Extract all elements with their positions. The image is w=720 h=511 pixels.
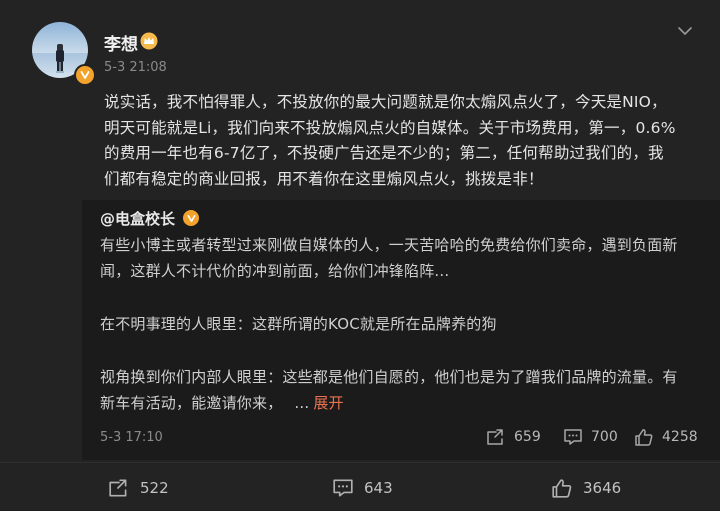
repost-comment-button[interactable]: 700 — [563, 428, 618, 446]
verified-icon — [74, 64, 96, 86]
comment-count: 643 — [364, 479, 393, 497]
comment-count: 700 — [591, 429, 618, 445]
repost-text-line: 新车有活动，能邀请你来，... 展开 — [100, 390, 690, 416]
post-text-line: 的费用一年也有6-7亿了，不投硬广告还是不少的；第二，任何帮助过我们的，我 — [104, 144, 664, 162]
repost-icon — [487, 429, 503, 445]
repost-text-line-end: 新车有活动，能邀请你来， — [100, 394, 283, 412]
like-icon — [635, 429, 653, 446]
post-text-line: 说实话，我不怕得罪人，不投放你的最大问题就是你太煽风点火了，今天是NIO， — [104, 93, 667, 111]
post-timestamp[interactable]: 5-3 21:08 — [104, 60, 167, 75]
repost-text-line: 闻，这群人不计代价的冲到前面，给你们冲锋陷阵... — [100, 262, 450, 280]
repost-text-line: 视角换到你们内部人眼里：这些都是他们自愿的，他们也是为了蹭我们品牌的流量。有 — [100, 368, 678, 386]
crown-icon[interactable] — [140, 32, 158, 50]
expand-link[interactable]: 展开 — [313, 394, 343, 412]
post-body: 说实话，我不怕得罪人，不投放你的最大问题就是你太煽风点火了，今天是NIO， 明天… — [104, 90, 689, 192]
repost-paragraph-2: 在不明事理的人眼里：这群所谓的KOC就是所在品牌养的狗 — [100, 315, 497, 333]
repost-paragraph-1: 有些小博主或者转型过来刚做自媒体的人，一天苦哈哈的免费给你们卖命，遇到负面新 闻… — [100, 232, 690, 284]
comment-icon — [564, 429, 582, 445]
repost-timestamp[interactable]: 5-3 17:10 — [100, 430, 163, 445]
repost-button[interactable]: 522 — [108, 478, 169, 498]
like-icon — [552, 479, 572, 498]
chevron-down-icon[interactable] — [676, 22, 694, 40]
repost-paragraph-3: 视角换到你们内部人眼里：这些都是他们自愿的，他们也是为了蹭我们品牌的流量。有 新… — [100, 364, 690, 416]
repost-icon — [109, 479, 127, 497]
weibo-post-card: 李想 5-3 21:08 说实话，我不怕得罪人，不投放你的最大问题就是你太煽风点… — [0, 0, 720, 510]
like-button[interactable]: 3646 — [551, 478, 621, 498]
like-count: 3646 — [583, 479, 622, 497]
repost-count: 659 — [514, 429, 541, 445]
post-text-line: 们都有稳定的商业回报，用不着你在这里煽风点火，挑拨是非！ — [104, 169, 544, 188]
comment-icon — [333, 479, 353, 497]
post-text-line: 明天可能就是Li，我们向来不投放煽风点火的自媒体。关于市场费用，第一，0.6% — [104, 118, 676, 137]
verified-icon — [183, 210, 199, 226]
comment-button[interactable]: 643 — [332, 478, 393, 498]
repost-author[interactable]: @电盒校长 — [100, 208, 175, 229]
repost-repost-button[interactable]: 659 — [486, 428, 541, 446]
ellipsis: ... — [294, 394, 310, 412]
repost-count: 522 — [140, 479, 169, 497]
repost-text-line: 有些小博主或者转型过来刚做自媒体的人，一天苦哈哈的免费给你们卖命，遇到负面新 — [100, 236, 678, 254]
author-name[interactable]: 李想 — [104, 30, 138, 55]
repost-like-button[interactable]: 4258 — [634, 428, 698, 446]
like-count: 4258 — [662, 429, 698, 445]
